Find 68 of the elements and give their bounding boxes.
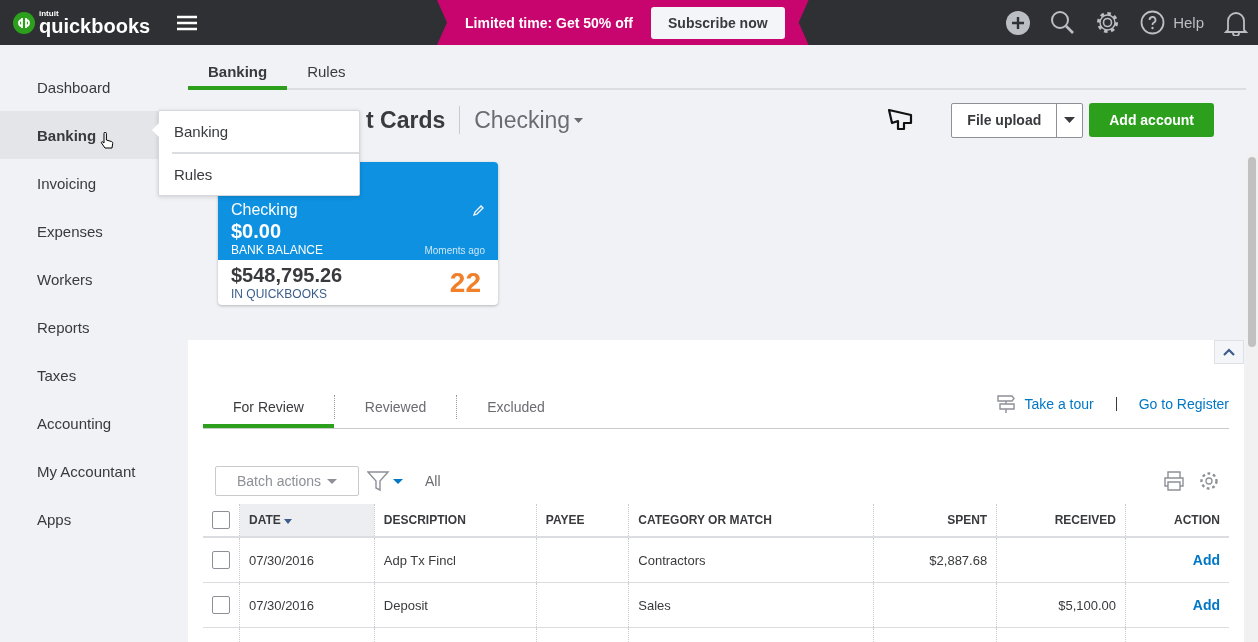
account-name: Checking: [231, 202, 298, 218]
product-logo-text: quickbooks: [39, 15, 151, 36]
quickbooks-logo-icon: [13, 11, 35, 34]
select-all-checkbox[interactable]: [212, 511, 230, 529]
column-header[interactable]: DATE: [249, 513, 281, 527]
review-tab[interactable]: Reviewed: [334, 385, 457, 428]
chevron-up-icon[interactable]: [1223, 348, 1235, 356]
table-cell: $5,100.00: [1058, 597, 1117, 613]
sidebar-item[interactable]: My Accountant: [0, 447, 188, 495]
row-checkbox[interactable]: [212, 551, 230, 569]
sidebar-item[interactable]: Accounting: [0, 399, 188, 447]
settings-icon[interactable]: [1095, 10, 1121, 35]
filter-icon[interactable]: [367, 470, 403, 492]
table-cell: Adp Tx Fincl: [383, 552, 456, 568]
column-header[interactable]: PAYEE: [545, 513, 585, 527]
help-link[interactable]: Help: [1173, 14, 1204, 31]
pencil-icon[interactable]: [473, 204, 485, 216]
sort-arrow-icon[interactable]: [284, 519, 293, 524]
add-link[interactable]: Add: [1192, 552, 1220, 568]
review-tab[interactable]: For Review: [203, 385, 334, 428]
account-selector[interactable]: Checking: [474, 106, 584, 134]
brand-caption: intuit: [39, 9, 60, 18]
table-cell: Deposit: [383, 597, 428, 613]
column-header[interactable]: DESCRIPTION: [383, 513, 466, 527]
take-tour-link[interactable]: Take a tour: [1024, 395, 1094, 412]
column-header[interactable]: ACTION: [1174, 513, 1220, 527]
table-cell: Sales: [638, 597, 671, 613]
file-upload-button[interactable]: File upload: [952, 103, 1057, 137]
review-tab[interactable]: Excluded: [457, 385, 575, 428]
quickbooks-balance-label: IN QUICKBOOKS: [231, 287, 329, 301]
collapse-button[interactable]: [1214, 340, 1244, 364]
sidebar-item[interactable]: Apps: [0, 495, 188, 543]
add-icon[interactable]: [1006, 10, 1031, 35]
signpost-icon[interactable]: [996, 393, 1017, 414]
column-header[interactable]: CATEGORY OR MATCH: [638, 513, 772, 527]
row-checkbox[interactable]: [212, 596, 230, 614]
sidebar-item[interactable]: Expenses: [0, 207, 188, 255]
hand-cursor-icon: [100, 132, 114, 150]
add-link[interactable]: Add: [1192, 597, 1220, 613]
updated-time: Moments ago: [424, 245, 485, 256]
bank-balance-label: BANK BALANCE: [231, 243, 324, 257]
notifications-bell-icon[interactable]: [1224, 9, 1248, 36]
help-icon[interactable]: [1140, 10, 1166, 35]
register-link[interactable]: Go to Register: [1138, 395, 1229, 412]
sidebar-item[interactable]: Dashboard: [0, 63, 188, 111]
quickbooks-balance: $548,795.26: [231, 264, 343, 287]
pending-count: 22: [449, 266, 481, 299]
table-cell: 07/30/2016: [249, 552, 315, 568]
table-cell: Contractors: [638, 552, 706, 568]
table-cell: $2,887.68: [929, 552, 988, 568]
promo-text: Limited time: Get 50% off: [465, 14, 634, 31]
subscribe-button[interactable]: Subscribe now: [651, 6, 785, 39]
print-icon[interactable]: [1163, 471, 1185, 491]
filter-value: All: [425, 473, 441, 489]
bank-balance: $0.00: [231, 220, 283, 243]
menu-icon[interactable]: [177, 14, 197, 31]
column-header[interactable]: RECEIVED: [1054, 513, 1117, 527]
scrollbar-thumb[interactable]: [1248, 157, 1256, 347]
tab[interactable]: Rules: [287, 63, 366, 90]
settings-icon[interactable]: [1199, 471, 1219, 491]
sidebar-item[interactable]: Workers: [0, 255, 188, 303]
table-cell: 07/30/2016: [249, 597, 315, 613]
column-header[interactable]: SPENT: [947, 513, 988, 527]
sidebar-item[interactable]: Taxes: [0, 351, 188, 399]
page-title: t Cards: [366, 106, 446, 134]
tab[interactable]: Banking: [188, 63, 288, 90]
sidebar-item[interactable]: Reports: [0, 303, 188, 351]
search-icon[interactable]: [1050, 10, 1076, 35]
